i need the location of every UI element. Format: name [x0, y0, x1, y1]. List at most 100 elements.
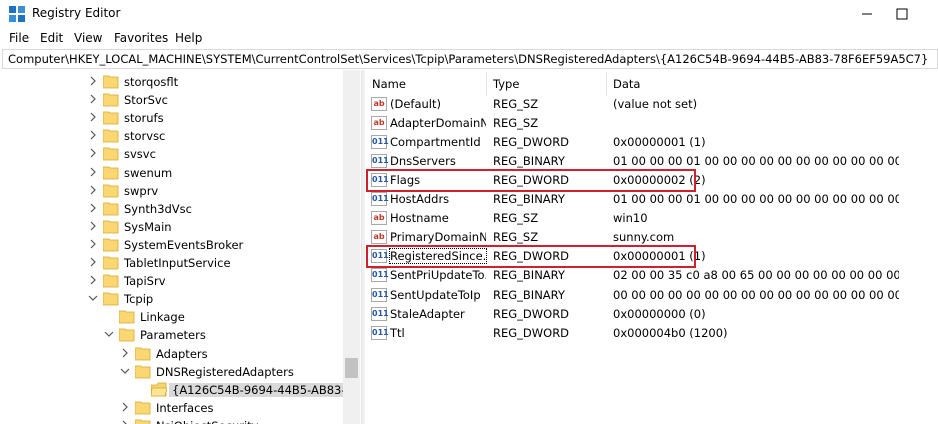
address-path[interactable]: Computer\HKEY_LOCAL_MACHINE\SYSTEM\Curre…	[8, 52, 928, 66]
tree-item[interactable]: svsvc	[0, 145, 343, 163]
tree-item[interactable]: storufs	[0, 109, 343, 127]
value-data: 0x000004b0 (1200)	[613, 325, 728, 340]
chevron-right-icon[interactable]	[120, 402, 130, 412]
value-type: REG_SZ	[493, 230, 539, 245]
value-type: REG_DWORD	[493, 306, 570, 321]
menu-edit[interactable]: Edit	[40, 31, 63, 45]
chevron-right-icon[interactable]	[88, 94, 98, 104]
folder-icon	[103, 129, 119, 143]
tree-scrollbar-thumb[interactable]	[345, 358, 358, 378]
pane-splitter[interactable]	[361, 70, 365, 424]
value-row[interactable]: 011 DnsServers REG_BINARY 01 00 00 00 01 00…	[366, 152, 938, 171]
column-divider[interactable]	[606, 72, 607, 96]
binary-value-icon: 011	[371, 192, 389, 207]
value-row[interactable]: 011 RegisteredSince... REG_DWORD 0x00000001…	[366, 247, 938, 266]
chevron-right-icon[interactable]	[120, 420, 130, 424]
binary-value-icon: 011	[371, 287, 389, 302]
tree-item[interactable]: TabletInputService	[0, 254, 343, 272]
binary-value-icon: 011	[371, 325, 389, 340]
menu-bar: File Edit View Favorites Help	[0, 29, 938, 49]
column-divider[interactable]	[486, 72, 487, 96]
tree-item[interactable]: swprv	[0, 182, 343, 200]
menu-view[interactable]: View	[74, 31, 102, 45]
chevron-right-icon[interactable]	[88, 203, 98, 213]
binary-value-icon: 011	[371, 154, 389, 169]
value-name: Ttl	[390, 325, 405, 340]
value-row[interactable]: 011 HostAddrs REG_BINARY 01 00 00 00 01 00 …	[366, 190, 938, 209]
value-name: RegisteredSince...	[389, 248, 487, 265]
binary-value-icon: 011	[371, 249, 389, 264]
tree-item[interactable]: Interfaces	[0, 399, 343, 417]
value-row[interactable]: 011 SentPriUpdateTo... REG_BINARY 02 00 00 …	[366, 266, 938, 285]
column-header: Name Type Data	[366, 72, 938, 96]
chevron-right-icon[interactable]	[88, 130, 98, 140]
menu-favorites[interactable]: Favorites	[114, 31, 168, 45]
chevron-right-icon[interactable]	[88, 185, 98, 195]
value-type: REG_DWORD	[493, 135, 570, 150]
minimize-icon[interactable]	[855, 2, 879, 26]
chevron-right-icon[interactable]	[88, 275, 98, 285]
tree-item[interactable]: SystemEventsBroker	[0, 236, 343, 254]
maximize-icon[interactable]	[890, 2, 914, 26]
chevron-down-icon[interactable]	[104, 329, 114, 339]
chevron-right-icon[interactable]	[88, 167, 98, 177]
tree-item[interactable]: storvsc	[0, 127, 343, 145]
value-row[interactable]: 011 StaleAdapter REG_DWORD 0x00000000 (0)	[366, 305, 938, 324]
tree-scrollbar[interactable]	[343, 70, 360, 424]
tree-item[interactable]: StorSvc	[0, 91, 343, 109]
tree-item[interactable]: NsiObjectSecurity	[0, 417, 343, 424]
title-bar: Registry Editor	[0, 0, 938, 28]
tree-item-label: SystemEventsBroker	[124, 237, 244, 252]
folder-icon	[103, 111, 119, 125]
tree-item[interactable]: {A126C54B-9694-44B5-AB83-78F6EF59A5C7}	[0, 381, 360, 399]
string-value-icon: ab	[371, 230, 387, 245]
tree-item[interactable]: Adapters	[0, 345, 343, 363]
window-title: Registry Editor	[32, 6, 121, 20]
menu-help[interactable]: Help	[175, 31, 202, 45]
value-row[interactable]: 011 Ttl REG_DWORD 0x000004b0 (1200)	[366, 324, 938, 343]
value-data: 0x00000000 (0)	[613, 306, 706, 321]
value-row[interactable]: 011 SentUpdateToIp REG_BINARY 00 00 00 00 0…	[366, 286, 938, 305]
tree-item[interactable]: Parameters	[0, 326, 343, 344]
chevron-right-icon[interactable]	[120, 348, 130, 358]
column-type[interactable]: Type	[493, 77, 519, 91]
value-row[interactable]: abPrimaryDomainName REG_SZ sunny.com	[366, 228, 938, 247]
value-data: 02 00 00 35 c0 a8 00 65 00 00 00 00 00 0…	[613, 268, 899, 283]
value-row[interactable]: 011 CompartmentId REG_DWORD 0x00000001 (1)	[366, 133, 938, 152]
chevron-right-icon[interactable]	[88, 257, 98, 267]
tree-item[interactable]: TapiSrv	[0, 272, 343, 290]
tree-item[interactable]: DNSRegisteredAdapters	[0, 363, 343, 381]
tree-item[interactable]: Linkage	[0, 308, 343, 326]
tree-item[interactable]: SysMain	[0, 218, 343, 236]
value-row[interactable]: ab (Default) REG_SZ (value not set)	[366, 95, 938, 114]
column-data[interactable]: Data	[613, 77, 640, 91]
tree-item[interactable]: swenum	[0, 164, 343, 182]
string-value-icon: ab	[371, 211, 387, 226]
chevron-down-icon[interactable]	[120, 366, 130, 376]
value-data: 0x00000001 (1)	[613, 135, 706, 150]
folder-icon	[103, 166, 119, 179]
address-bar[interactable]: Computer\HKEY_LOCAL_MACHINE\SYSTEM\Curre…	[2, 49, 938, 69]
value-data: 00 00 00 00 00 00 00 00 00 00 00 00 00 0…	[613, 287, 899, 302]
tree-item-label: DNSRegisteredAdapters	[156, 364, 294, 379]
column-name[interactable]: Name	[372, 77, 406, 91]
chevron-right-icon[interactable]	[88, 112, 98, 122]
chevron-right-icon[interactable]	[88, 76, 98, 86]
chevron-right-icon[interactable]	[88, 239, 98, 249]
value-name: StaleAdapter	[390, 306, 465, 321]
folder-icon	[135, 419, 151, 424]
value-row[interactable]: abAdapterDomainName REG_SZ	[366, 114, 938, 133]
tree-item[interactable]: Tcpip	[0, 290, 343, 308]
string-value-icon: ab	[371, 97, 387, 111]
binary-value-icon: 011	[371, 306, 389, 321]
chevron-right-icon[interactable]	[88, 221, 98, 231]
chevron-down-icon[interactable]	[88, 293, 98, 303]
tree-item[interactable]: Synth3dVsc	[0, 200, 343, 218]
tree-item-label: StorSvc	[124, 93, 169, 108]
tree-item[interactable]: storqosflt	[0, 73, 343, 91]
value-data: win10	[613, 211, 648, 226]
value-row[interactable]: ab Hostname REG_SZ win10	[366, 209, 938, 228]
chevron-right-icon[interactable]	[88, 148, 98, 158]
menu-file[interactable]: File	[9, 31, 29, 45]
value-row[interactable]: 011 Flags REG_DWORD 0x00000002 (2)	[366, 171, 938, 190]
